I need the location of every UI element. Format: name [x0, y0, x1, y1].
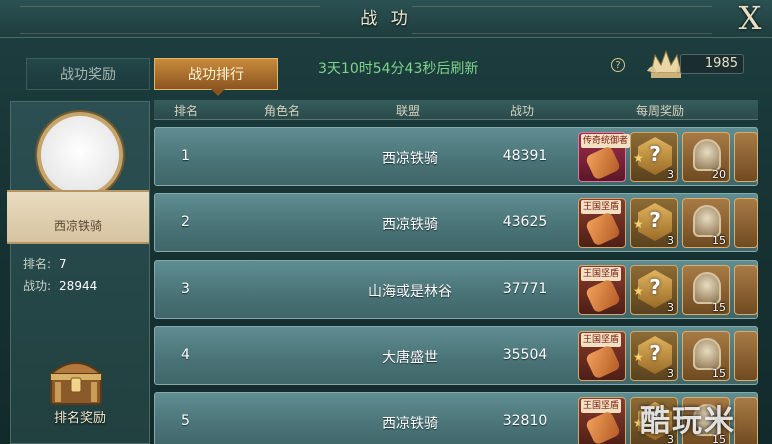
player-name: 西凉铁骑 [53, 219, 102, 233]
scroll-tag: 王国坚盾 [581, 333, 622, 347]
partial-item-icon[interactable] [734, 132, 758, 182]
table-row[interactable]: 1 西凉铁骑 48391 传奇统御者 ? ★ 3 20 [154, 127, 758, 186]
row-merit: 35504 [502, 347, 548, 363]
partial-item-icon[interactable] [734, 198, 758, 248]
merit-label: 战功: [23, 279, 52, 293]
row-rank: 1 [181, 148, 190, 164]
scroll-shape [584, 278, 622, 314]
scroll-shape [584, 344, 622, 380]
refresh-countdown: 3天10时54分43秒后刷新 [318, 61, 479, 77]
star-icon: ★ [633, 217, 644, 231]
medal-item-icon[interactable]: ? ★ 3 [630, 331, 678, 381]
helmet-count: 15 [712, 301, 726, 314]
partial-item-icon[interactable] [734, 397, 758, 444]
scroll-tag: 传奇统御者 [581, 134, 631, 148]
scroll-shape [584, 211, 622, 247]
weekly-rewards: 王国坚盾 ? ★ 3 15 [578, 265, 758, 315]
star-icon: ★ [633, 284, 644, 298]
weekly-rewards: 传奇统御者 ? ★ 3 20 [578, 132, 758, 182]
scroll-shape [584, 410, 622, 444]
column-role-name: 角色名 [264, 104, 301, 118]
column-alliance: 联盟 [396, 104, 421, 118]
column-rank: 排名 [174, 104, 199, 118]
column-merit: 战功 [510, 104, 535, 118]
player-name-plate: 西凉铁骑 [7, 190, 149, 244]
rank-label: 排名: [23, 257, 52, 271]
tab-merit-ranking[interactable]: 战功排行 [154, 58, 278, 96]
star-icon: ★ [633, 350, 644, 364]
helmet-shape [693, 205, 721, 237]
medal-count: 3 [667, 168, 674, 181]
helmet-item-icon[interactable]: 15 [682, 265, 730, 315]
rank-rewards-button[interactable]: 排名奖励 [11, 407, 149, 426]
helmet-shape [693, 338, 721, 370]
tab-merit-rewards[interactable]: 战功奖励 [26, 58, 150, 90]
close-button[interactable]: X [730, 0, 770, 38]
helmet-item-icon[interactable]: 20 [682, 132, 730, 182]
medal-count: 3 [667, 234, 674, 247]
player-panel: 西凉铁骑 排名: 7 战功: 28944 排名奖励 [7, 101, 150, 444]
scroll-shape [584, 145, 622, 181]
scroll-item-icon[interactable]: 王国坚盾 [578, 265, 626, 315]
row-merit: 48391 [502, 148, 548, 164]
row-alliance: 山海或是林谷 [368, 284, 452, 300]
scroll-tag: 王国坚盾 [581, 200, 622, 214]
scroll-tag: 王国坚盾 [581, 399, 622, 413]
medal-count: 3 [667, 301, 674, 314]
helmet-item-icon[interactable]: 15 [682, 198, 730, 248]
table-row[interactable]: 4 大唐盛世 35504 王国坚盾 ? ★ 3 15 [154, 326, 758, 385]
medal-item-icon[interactable]: ? ★ 3 [630, 198, 678, 248]
row-rank: 2 [181, 214, 190, 230]
star-icon: ★ [633, 151, 644, 165]
watermark: 酷玩米 [640, 404, 736, 439]
helmet-count: 20 [712, 168, 726, 181]
row-alliance: 西凉铁骑 [382, 416, 438, 432]
scroll-item-icon[interactable]: 王国坚盾 [578, 331, 626, 381]
page-title: 战 功 [360, 9, 412, 29]
row-alliance: 西凉铁骑 [382, 217, 438, 233]
weekly-rewards: 王国坚盾 ? ★ 3 15 [578, 198, 758, 248]
scroll-item-icon[interactable]: 王国坚盾 [578, 198, 626, 248]
medal-count: 3 [667, 367, 674, 380]
merit-points-display: 1985 [680, 54, 744, 74]
scroll-item-icon[interactable]: 王国坚盾 [578, 397, 626, 444]
row-merit: 37771 [502, 281, 548, 297]
column-weekly-reward: 每周奖励 [636, 104, 685, 118]
table-row[interactable]: 2 西凉铁骑 43625 王国坚盾 ? ★ 3 15 [154, 193, 758, 252]
row-merit: 43625 [502, 214, 548, 230]
ranking-table-header: 排名 角色名 联盟 战功 每周奖励 [154, 100, 758, 120]
partial-item-icon[interactable] [734, 265, 758, 315]
row-rank: 5 [181, 413, 190, 429]
header-bar: 战 功 X [0, 0, 772, 38]
merit-value: 28944 [59, 279, 98, 293]
row-merit: 32810 [502, 413, 548, 429]
row-rank: 3 [181, 281, 190, 297]
help-icon[interactable]: ? [611, 58, 625, 72]
row-alliance: 大唐盛世 [382, 350, 438, 366]
helmet-shape [693, 272, 721, 304]
weekly-rewards: 王国坚盾 ? ★ 3 15 [578, 331, 758, 381]
player-merit: 战功: 28944 [23, 277, 97, 294]
partial-item-icon[interactable] [734, 331, 758, 381]
medal-item-icon[interactable]: ? ★ 3 [630, 132, 678, 182]
helmet-shape [693, 139, 721, 171]
medal-item-icon[interactable]: ? ★ 3 [630, 265, 678, 315]
table-row[interactable]: 3 山海或是林谷 37771 王国坚盾 ? ★ 3 15 [154, 260, 758, 319]
avatar[interactable] [37, 112, 123, 198]
rank-value: 7 [59, 257, 67, 271]
treasure-chest-icon[interactable] [45, 352, 107, 408]
row-alliance: 西凉铁骑 [382, 151, 438, 167]
helmet-item-icon[interactable]: 15 [682, 331, 730, 381]
row-rank: 4 [181, 347, 190, 363]
scroll-tag: 王国坚盾 [581, 267, 622, 281]
helmet-count: 15 [712, 234, 726, 247]
player-rank: 排名: 7 [23, 255, 67, 272]
helmet-count: 15 [712, 367, 726, 380]
scroll-item-icon[interactable]: 传奇统御者 [578, 132, 631, 182]
